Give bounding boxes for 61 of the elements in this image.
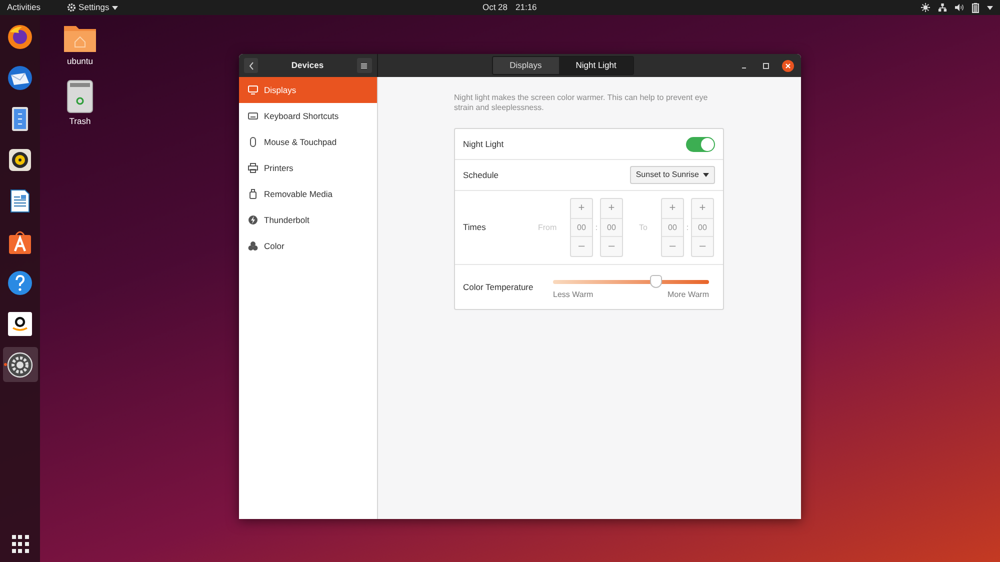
from-label: From [538,222,558,234]
app-grid-icon[interactable] [11,534,29,552]
running-indicator [4,363,6,366]
sidebar-item[interactable]: Keyboard Shortcuts [239,103,377,129]
sidebar-item[interactable]: Color [239,233,377,259]
menu-icon [361,62,368,68]
trash-icon[interactable] [67,80,93,113]
shopping-bag-icon [7,228,33,254]
gear-icon [7,352,33,378]
mouse-icon [248,137,258,147]
speaker-icon [7,146,33,172]
colon-separator: : [594,222,599,234]
sun-icon[interactable] [921,3,930,12]
menu-button[interactable] [356,58,372,73]
app-menu[interactable]: Settings [66,1,118,14]
desktop-icon-label[interactable]: ubuntu [67,55,93,68]
printer-icon [248,163,258,173]
clock-text[interactable]: 21:16 [516,1,537,14]
sidebar-item[interactable]: Thunderbolt [239,207,377,233]
row-label: Color Temperature [463,280,534,294]
caret-icon[interactable] [987,6,993,10]
activities-button[interactable]: Activities [7,1,41,14]
sidebar-item[interactable]: Printers [239,155,377,181]
more-warm-label: More Warm [668,288,709,300]
to-label: To [638,222,648,234]
sidebar-item[interactable]: Displays [239,77,377,103]
lightning-icon [248,215,258,225]
description-text: Night light makes the screen color warmer. This can help to prevent eye strain and sleeplessness. [454,93,709,113]
sidebar-item[interactable]: Mouse & Touchpad [239,129,377,155]
battery-icon[interactable] [972,2,979,12]
network-icon[interactable] [938,3,947,12]
folder-icon[interactable] [63,23,97,53]
gear-icon [66,3,76,12]
close-icon[interactable] [782,60,794,72]
back-button[interactable] [244,58,258,73]
sidebar-item[interactable]: Removable Media [239,181,377,207]
sidebar-title: Devices [291,59,324,72]
less-warm-label: Less Warm [553,288,594,300]
help-icon [7,270,33,296]
toggle-switch[interactable] [686,136,715,152]
usb-drive-icon [248,189,258,199]
caret-icon [112,6,118,10]
color-icon [248,241,258,251]
monitor-icon [248,85,258,95]
row-label: Night Light [463,138,504,150]
envelope-icon [7,64,33,90]
globe-icon [7,24,33,50]
schedule-dropdown[interactable]: Sunset to Sunrise [630,166,715,184]
desktop-icon-label[interactable]: Trash [69,114,91,128]
dock-item[interactable] [2,347,38,382]
date-text[interactable]: Oct 28 [482,1,508,14]
row-label: Times [463,221,487,234]
colon-separator: : [685,222,690,234]
caret-icon [703,173,709,177]
volume-icon[interactable] [955,3,964,12]
keyboard-icon [248,111,258,121]
tab[interactable]: Displays [492,57,559,74]
chevron-left-icon [248,62,254,70]
slider-thumb[interactable] [650,274,662,288]
tab[interactable]: Night Light [558,57,634,74]
row-label: Schedule [463,168,498,182]
